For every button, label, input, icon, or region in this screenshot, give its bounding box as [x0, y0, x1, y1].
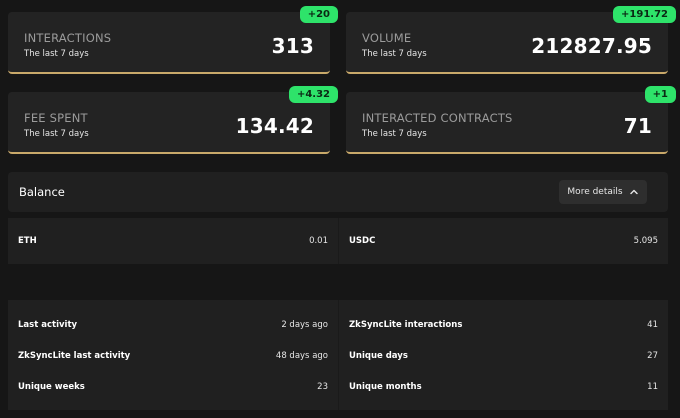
interacted-contracts-card: INTERACTED CONTRACTS The last 7 days 71 …	[346, 86, 676, 154]
token-name: USDC	[349, 236, 376, 246]
stat-value: 11	[647, 382, 658, 392]
balance-row: ETH 0.01 USDC 5.095	[8, 218, 668, 264]
card-label: INTERACTIONS	[24, 31, 112, 45]
stats-row: Unique weeks 23 Unique months 11	[8, 372, 668, 402]
card-value: 71	[623, 114, 652, 138]
card-label: FEE SPENT	[24, 111, 88, 125]
card-subtitle: The last 7 days	[24, 49, 89, 59]
stat-unique-weeks: Unique weeks 23	[8, 372, 338, 402]
stats-panel: Last activity 2 days ago ZkSyncLite inte…	[8, 300, 668, 410]
chevron-up-icon	[629, 187, 639, 197]
stat-label: Unique weeks	[18, 382, 85, 392]
balance-title: Balance	[19, 185, 65, 199]
change-badge: +1	[644, 86, 676, 103]
card-subtitle: The last 7 days	[362, 129, 427, 139]
stat-label: ZkSyncLite last activity	[18, 351, 131, 361]
stat-label: Unique days	[349, 351, 408, 361]
volume-card: VOLUME The last 7 days 212827.95 +191.72	[346, 6, 676, 74]
card-label: INTERACTED CONTRACTS	[362, 111, 513, 125]
stat-label: Last activity	[18, 320, 78, 330]
stat-zksynclite-last-activity: ZkSyncLite last activity 48 days ago	[8, 341, 338, 371]
stat-value: 2 days ago	[281, 320, 328, 330]
card-value: 313	[271, 34, 314, 58]
token-amount: 5.095	[633, 236, 658, 246]
stat-value: 23	[317, 382, 328, 392]
card-label: VOLUME	[362, 31, 412, 45]
balance-item-usdc: USDC 5.095	[339, 218, 668, 264]
stat-value: 27	[647, 351, 658, 361]
interactions-card: INTERACTIONS The last 7 days 313 +20	[8, 6, 338, 74]
token-amount: 0.01	[309, 236, 328, 246]
stat-value: 48 days ago	[275, 351, 328, 361]
more-details-button[interactable]: More details	[559, 180, 647, 204]
token-name: ETH	[18, 236, 37, 246]
card-subtitle: The last 7 days	[24, 129, 89, 139]
card-value: 134.42	[235, 114, 314, 138]
change-badge: +4.32	[288, 86, 338, 103]
more-details-label: More details	[567, 187, 623, 197]
change-badge: +20	[299, 6, 338, 23]
balance-header: Balance More details	[8, 172, 668, 212]
stat-unique-months: Unique months 11	[339, 372, 668, 402]
balance-item-eth: ETH 0.01	[8, 218, 338, 264]
stat-label: Unique months	[349, 382, 422, 392]
stat-zksynclite-interactions: ZkSyncLite interactions 41	[339, 310, 668, 340]
stat-last-activity: Last activity 2 days ago	[8, 310, 338, 340]
stat-unique-days: Unique days 27	[339, 341, 668, 371]
stat-label: ZkSyncLite interactions	[349, 320, 463, 330]
change-badge: +191.72	[613, 6, 676, 23]
card-value: 212827.95	[531, 34, 652, 58]
card-subtitle: The last 7 days	[362, 49, 427, 59]
stat-value: 41	[647, 320, 658, 330]
fee-spent-card: FEE SPENT The last 7 days 134.42 +4.32	[8, 86, 338, 154]
stats-row: ZkSyncLite last activity 48 days ago Uni…	[8, 341, 668, 371]
stats-row: Last activity 2 days ago ZkSyncLite inte…	[8, 310, 668, 340]
